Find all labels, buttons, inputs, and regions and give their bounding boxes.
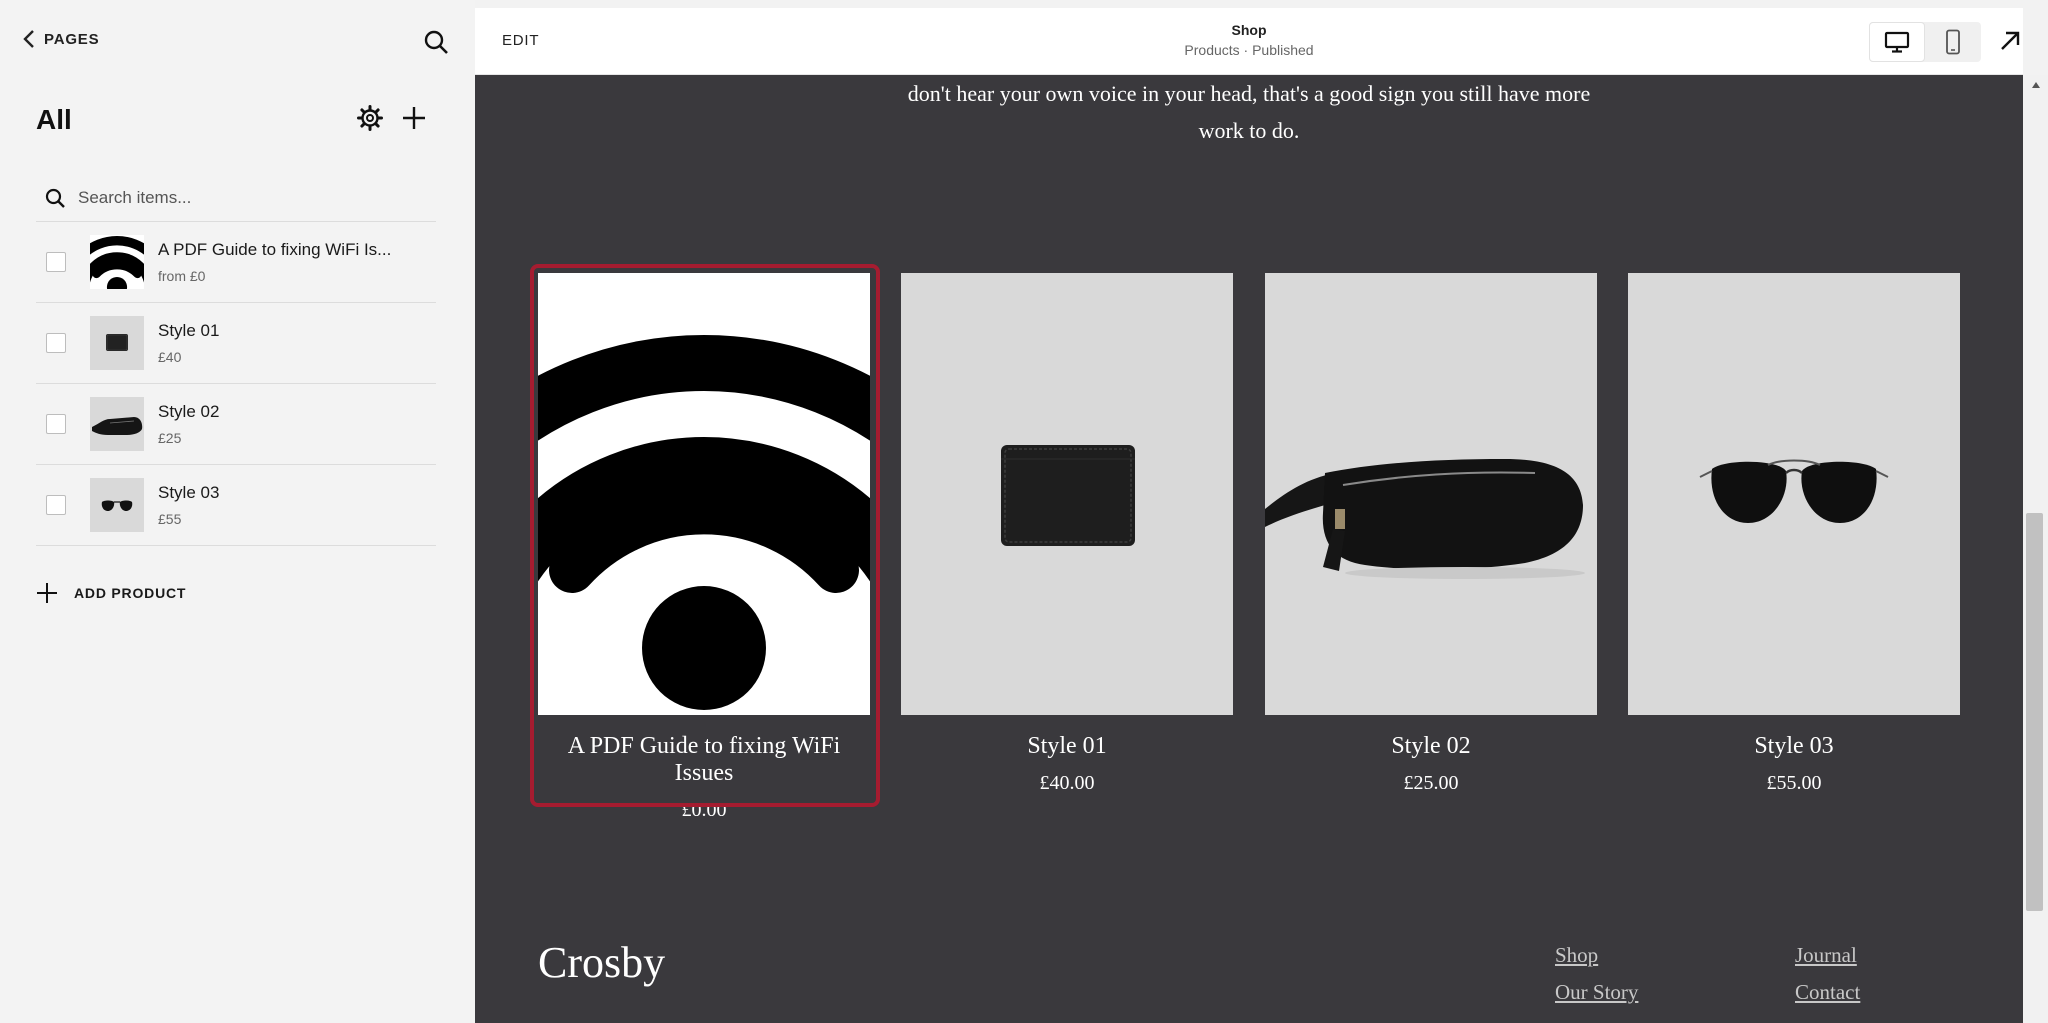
belt-bag-image — [92, 417, 143, 435]
search-input[interactable] — [78, 187, 418, 208]
wallet-image — [1001, 445, 1135, 546]
product-image — [1628, 273, 1960, 715]
search-icon — [424, 30, 448, 54]
sidebar: PAGES All Search items... A PDF Guide to… — [0, 0, 475, 1023]
item-meta: Style 01 £40 — [158, 321, 219, 365]
item-name: Style 03 — [158, 483, 220, 502]
add-product-button[interactable]: ADD PRODUCT — [36, 582, 186, 604]
list-item[interactable]: Style 02 £25 — [36, 384, 436, 465]
product-card[interactable]: Style 03 £55.00 — [1628, 273, 1960, 795]
add-product-label: ADD PRODUCT — [74, 585, 187, 601]
search-button[interactable] — [422, 28, 450, 56]
site-brand-logo[interactable]: Crosby — [538, 937, 665, 988]
product-card[interactable]: Style 02 £25.00 — [1265, 273, 1597, 795]
back-label: PAGES — [44, 30, 100, 48]
wifi-icon — [90, 235, 144, 289]
footer-link-shop[interactable]: Shop — [1555, 943, 1598, 968]
plus-icon — [403, 107, 425, 129]
gear-icon — [357, 105, 383, 131]
product-name: Style 01 — [1027, 733, 1107, 759]
scrollbar-thumb[interactable] — [2026, 513, 2043, 911]
mobile-icon — [1946, 29, 1960, 55]
desktop-view-button[interactable] — [1869, 22, 1925, 62]
item-meta: A PDF Guide to fixing WiFi Is... from £0 — [158, 240, 391, 284]
product-name: Style 03 — [1754, 733, 1834, 759]
item-checkbox[interactable] — [46, 414, 66, 434]
plus-icon — [37, 583, 57, 603]
product-list: A PDF Guide to fixing WiFi Is... from £0… — [36, 222, 436, 546]
item-thumbnail — [90, 478, 144, 532]
settings-button[interactable] — [356, 104, 384, 132]
page-title: Shop — [1231, 22, 1267, 38]
product-card[interactable]: Style 01 £40.00 — [901, 273, 1233, 795]
footer-link-journal[interactable]: Journal — [1795, 943, 1857, 968]
intro-line: don't hear your own voice in your head, … — [907, 81, 1591, 106]
back-to-pages-button[interactable]: PAGES — [22, 30, 99, 48]
item-meta: Style 02 £25 — [158, 402, 219, 446]
item-price: £25 — [158, 430, 182, 446]
wifi-icon — [538, 273, 870, 715]
item-search — [36, 174, 436, 222]
add-item-button[interactable] — [400, 104, 428, 132]
sunglasses-image — [101, 500, 133, 511]
arrow-up-right-icon — [2001, 31, 2020, 50]
device-toggle — [1869, 22, 1981, 62]
search-icon — [45, 188, 65, 208]
item-thumbnail — [90, 235, 144, 289]
footer-link-contact[interactable]: Contact — [1795, 980, 1860, 1005]
chevron-left-icon — [23, 30, 34, 48]
footer-link-our-story[interactable]: Our Story — [1555, 980, 1638, 1005]
item-name: Style 01 — [158, 321, 220, 340]
product-image — [538, 273, 870, 715]
item-meta: Style 03 £55 — [158, 483, 219, 527]
product-card[interactable]: A PDF Guide to fixing WiFi Issues £0.00 — [538, 273, 870, 822]
list-item[interactable]: Style 01 £40 — [36, 303, 436, 384]
item-price: £55 — [158, 511, 182, 527]
intro-text: don't hear your own voice in your head, … — [475, 75, 2023, 149]
product-image — [901, 273, 1233, 715]
belt-bag-image — [1265, 459, 1585, 579]
item-thumbnail — [90, 397, 144, 451]
sunglasses-image — [1699, 459, 1889, 523]
item-thumbnail — [90, 316, 144, 370]
mobile-view-button[interactable] — [1925, 22, 1981, 62]
page-status: Products · Published — [1184, 42, 1314, 58]
wallet-image — [106, 334, 128, 351]
item-checkbox[interactable] — [46, 495, 66, 515]
item-price: £40 — [158, 349, 182, 365]
product-price: £40.00 — [1039, 772, 1095, 794]
intro-line: work to do. — [1198, 118, 1300, 143]
scroll-up-arrow[interactable] — [2023, 77, 2048, 93]
product-price: £55.00 — [1766, 772, 1822, 794]
item-price: from £0 — [158, 268, 206, 284]
item-checkbox[interactable] — [46, 333, 66, 353]
collection-title: All — [36, 104, 72, 135]
desktop-icon — [1884, 31, 1910, 53]
site-preview: don't hear your own voice in your head, … — [475, 75, 2023, 1023]
editor-topbar: EDIT Shop Products · Published — [475, 8, 2023, 75]
open-external-button[interactable] — [1997, 28, 2023, 54]
item-name: Style 02 — [158, 402, 220, 421]
product-price: £25.00 — [1403, 772, 1459, 794]
list-item[interactable]: Style 03 £55 — [36, 465, 436, 546]
product-name: A PDF Guide to fixing WiFi Issues — [567, 733, 841, 786]
product-name: Style 02 — [1391, 733, 1471, 759]
caret-up-icon — [2031, 82, 2040, 88]
list-item[interactable]: A PDF Guide to fixing WiFi Is... from £0 — [36, 222, 436, 303]
item-checkbox[interactable] — [46, 252, 66, 272]
product-price: £0.00 — [681, 799, 727, 821]
item-name: A PDF Guide to fixing WiFi Is... — [158, 240, 392, 259]
product-image — [1265, 273, 1597, 715]
